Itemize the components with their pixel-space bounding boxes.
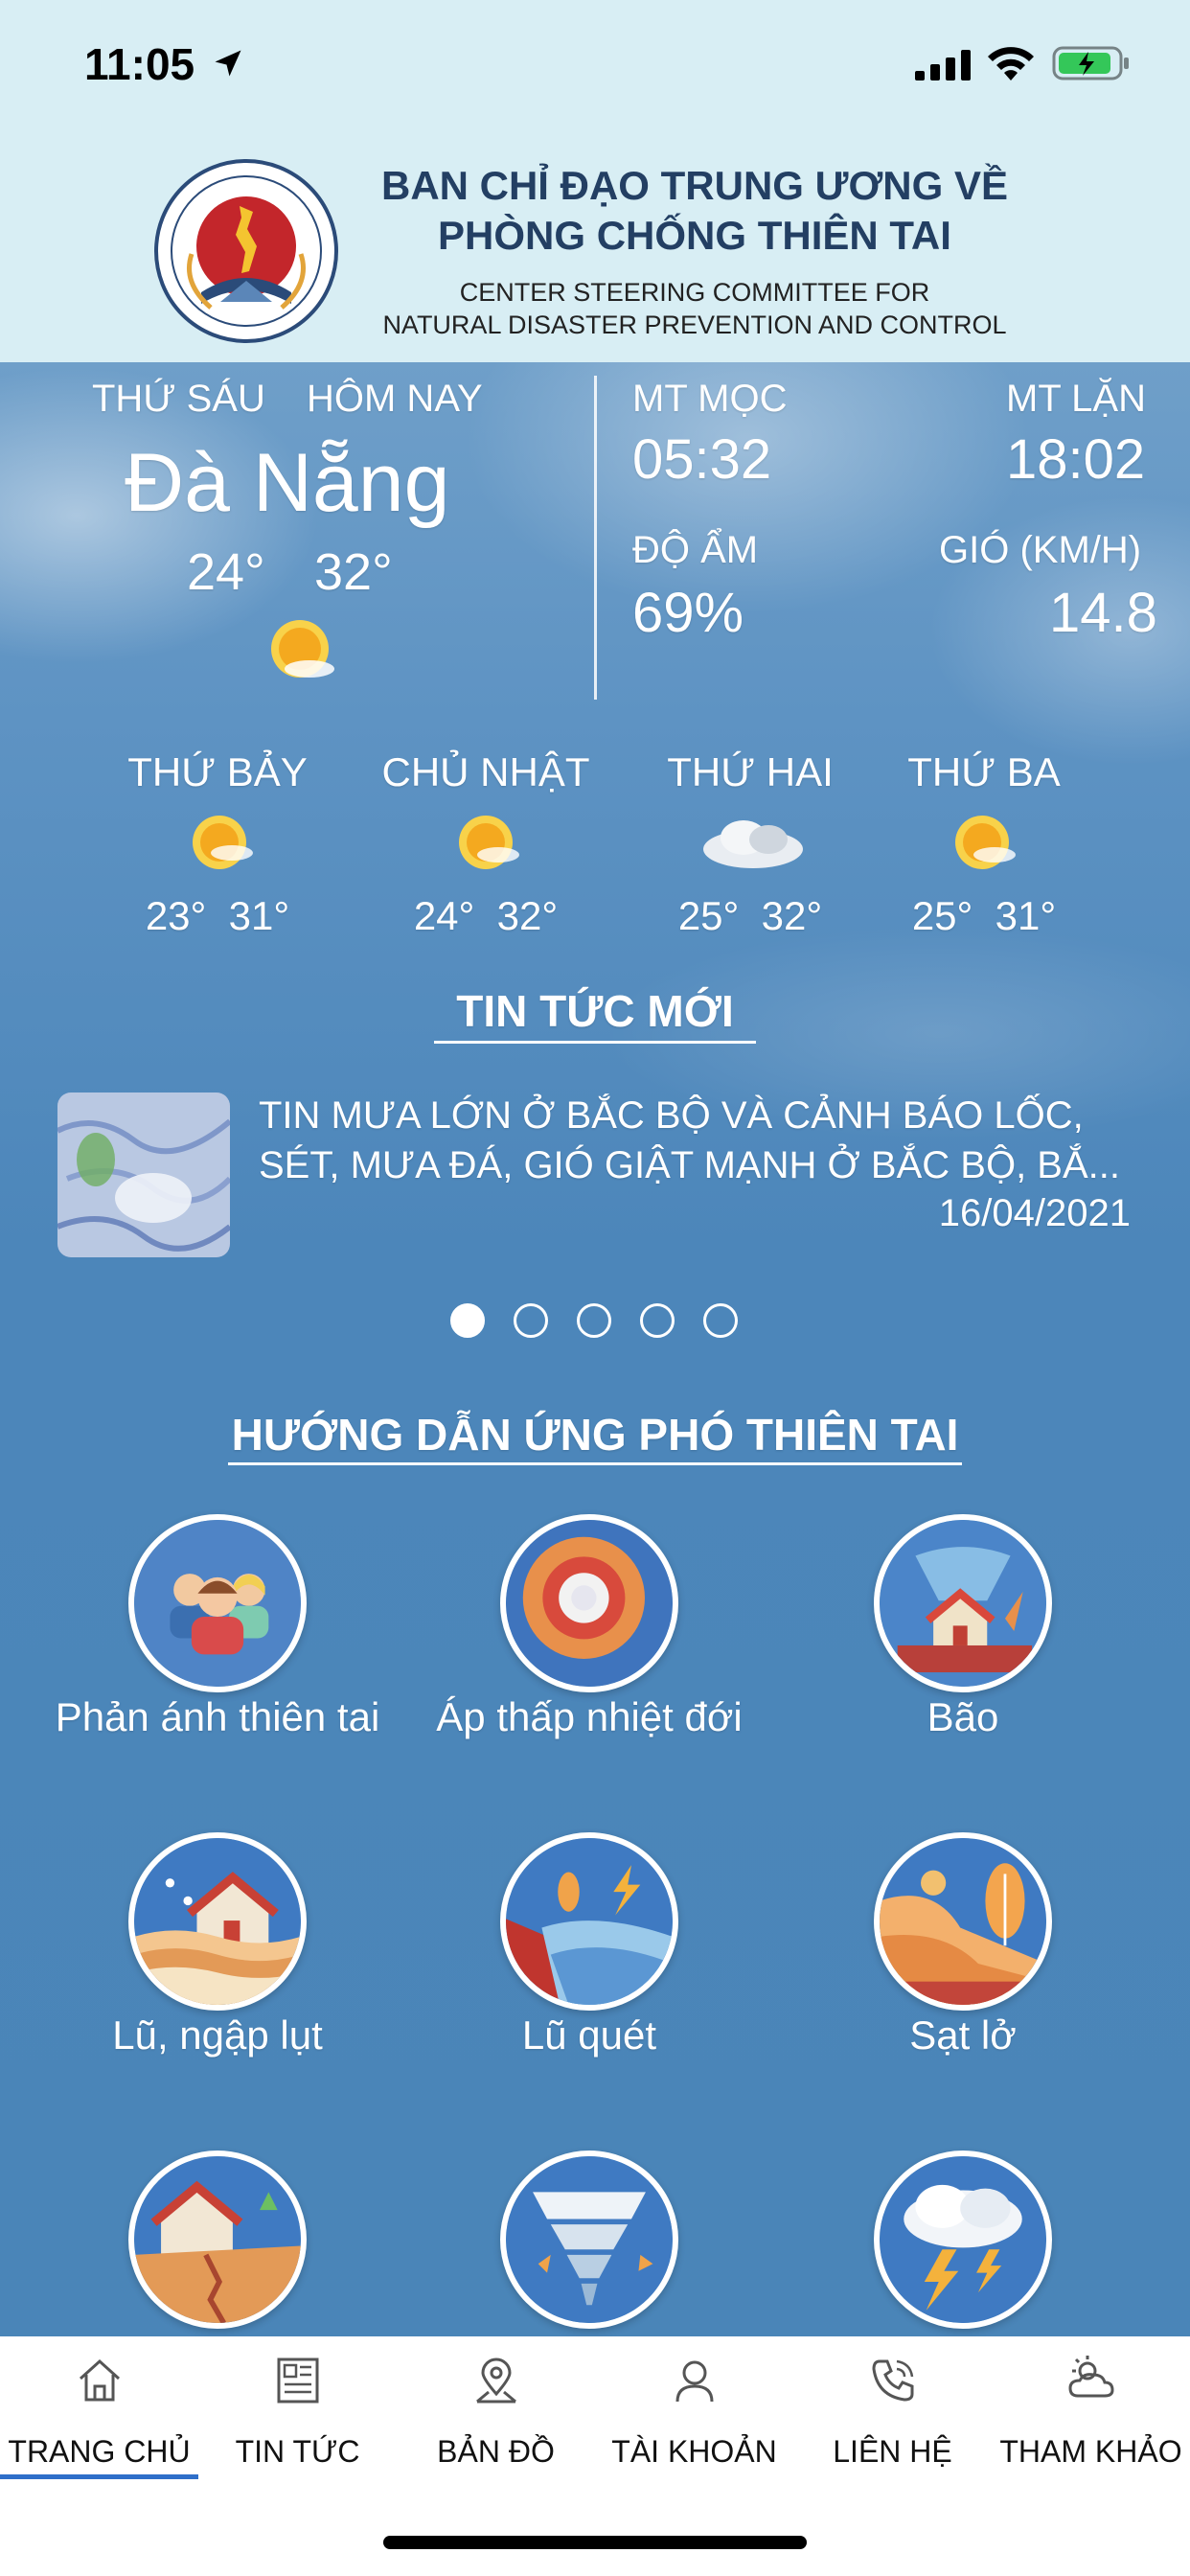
forecast-day: THỨ BẢY	[127, 749, 308, 794]
pager-dot[interactable]	[640, 1303, 675, 1338]
nav-label: BẢN ĐỒ	[437, 2434, 555, 2469]
battery-charging-icon	[1052, 46, 1129, 80]
weather-divider	[594, 376, 597, 700]
sunny-icon	[193, 816, 253, 869]
forecast-low: 23°	[145, 893, 207, 938]
news-headline-line1: TIN MƯA LỚN Ở BẮC BỘ VÀ CẢNH BÁO LỐC,	[259, 1094, 1084, 1137]
today-day: THỨ SÁU	[92, 378, 265, 420]
sunny-icon	[271, 620, 334, 678]
people-report-icon[interactable]	[128, 1514, 307, 1692]
nav-label: TÀI KHOẢN	[611, 2434, 777, 2469]
city-name: Đà Nẵng	[125, 437, 450, 529]
nav-item-reference[interactable]: THAM KHẢO	[992, 2336, 1190, 2480]
sunrise-label: MT MỌC	[632, 378, 788, 420]
forecast-low: 25°	[911, 893, 973, 938]
wind-value: 14.8	[1049, 582, 1157, 644]
pager-dot[interactable]	[703, 1303, 738, 1338]
guide-title-underline	[228, 1462, 962, 1465]
phone-icon	[872, 2359, 914, 2402]
wind-label: GIÓ (KM/H)	[939, 529, 1142, 571]
sunny-icon	[459, 816, 519, 869]
news-date: 16/04/2021	[938, 1192, 1131, 1234]
forecast-high: 31°	[228, 893, 290, 938]
forecast-day: THỨ BA	[907, 749, 1061, 794]
tornado-icon[interactable]	[500, 2150, 678, 2329]
today-temp-low: 24°	[187, 543, 265, 601]
forecast-low: 24°	[413, 893, 475, 938]
forecast-high: 31°	[995, 893, 1057, 938]
org-title-en-line2: NATURAL DISASTER PREVENTION AND CONTROL	[382, 310, 1007, 339]
forecast-temps: 25° 31°	[855, 893, 1113, 939]
forecast-temps: 24° 32°	[356, 893, 615, 939]
nav-item-news[interactable]: TIN TỨC	[198, 2336, 397, 2480]
org-title-vi-line2: PHÒNG CHỐNG THIÊN TAI	[438, 213, 951, 258]
org-title-en: CENTER STEERING COMMITTEE FOR NATURAL DI…	[364, 276, 1025, 341]
forecast-high: 32°	[761, 893, 823, 938]
nav-item-contact[interactable]: LIÊN HỆ	[793, 2336, 992, 2480]
today-label: HÔM NAY	[307, 378, 483, 420]
nav-label: THAM KHẢO	[999, 2434, 1182, 2469]
forecast-high: 32°	[496, 893, 559, 938]
map-pin-icon	[476, 2358, 516, 2404]
forecast-low: 25°	[677, 893, 740, 938]
storm-house-icon[interactable]	[874, 1514, 1052, 1692]
org-title-en-line1: CENTER STEERING COMMITTEE FOR	[459, 278, 930, 307]
nav-active-indicator	[0, 2474, 198, 2479]
guide-label[interactable]: Áp thấp nhiệt đới	[407, 1694, 771, 1740]
cellular-signal-icon	[915, 50, 971, 80]
org-title-vi-line1: BAN CHỈ ĐẠO TRUNG ƯƠNG VỀ	[380, 163, 1008, 208]
nav-label: LIÊN HỆ	[833, 2434, 952, 2469]
home-icon	[79, 2358, 121, 2402]
flash-flood-icon[interactable]	[500, 1832, 678, 2011]
earthquake-icon[interactable]	[128, 2150, 307, 2329]
user-icon	[675, 2360, 714, 2403]
sunny-icon	[955, 816, 1016, 869]
app-header: 11:05 BAN CHỈ ĐẠO TRUNG ƯƠNG VỀ PHÒNG CH…	[0, 0, 1190, 362]
nav-item-map[interactable]: BẢN ĐỒ	[397, 2336, 595, 2480]
guide-label[interactable]: Lũ quét	[407, 2012, 771, 2058]
landslide-icon[interactable]	[874, 1832, 1052, 2011]
news-section-title: TIN TỨC MỚI	[456, 986, 734, 1036]
guide-label[interactable]: Phản ánh thiên tai	[35, 1694, 400, 1740]
location-arrow-icon	[215, 50, 241, 77]
weather-cloud-icon	[1068, 2356, 1114, 2398]
humidity-label: ĐỘ ẨM	[632, 529, 759, 571]
forecast-temps: 25° 32°	[621, 893, 880, 939]
newspaper-icon	[277, 2358, 319, 2404]
nav-item-home[interactable]: TRANG CHỦ	[0, 2336, 198, 2480]
cloudy-icon	[703, 820, 803, 868]
home-indicator[interactable]	[383, 2536, 807, 2549]
status-bar: 11:05	[0, 0, 1190, 125]
thunderstorm-icon[interactable]	[874, 2150, 1052, 2329]
guide-label[interactable]: Sạt lở	[781, 2012, 1145, 2058]
flood-house-icon[interactable]	[128, 1832, 307, 2011]
news-thumbnail[interactable]	[57, 1092, 230, 1257]
pager-dot[interactable]	[514, 1303, 548, 1338]
news-headline[interactable]: TIN MƯA LỚN Ở BẮC BỘ VÀ CẢNH BÁO LỐC, SÉ…	[259, 1091, 1140, 1190]
committee-logo	[154, 159, 338, 343]
pager-dot-active[interactable]	[450, 1303, 485, 1338]
forecast-day: CHỦ NHẬT	[381, 749, 590, 794]
wifi-icon	[988, 47, 1034, 80]
guide-label[interactable]: Bão	[781, 1694, 1145, 1740]
guide-label[interactable]: Lũ, ngập lụt	[35, 2012, 400, 2058]
sunset-time: 18:02	[1006, 428, 1146, 491]
guide-section-title: HƯỚNG DẪN ỨNG PHÓ THIÊN TAI	[231, 1410, 959, 1460]
org-title-vi: BAN CHỈ ĐẠO TRUNG ƯƠNG VỀ PHÒNG CHỐNG TH…	[364, 161, 1025, 261]
today-temp-high: 32°	[314, 543, 393, 601]
status-time: 11:05	[84, 39, 195, 89]
sunset-label: MT LẶN	[1006, 378, 1146, 420]
forecast-day: THỨ HAI	[667, 749, 834, 794]
pager-dot[interactable]	[577, 1303, 611, 1338]
news-headline-line2: SÉT, MƯA ĐÁ, GIÓ GIẬT MẠNH Ở BẮC BỘ, BẮ.…	[259, 1144, 1121, 1186]
target-depression-icon[interactable]	[500, 1514, 678, 1692]
news-title-underline	[434, 1041, 756, 1044]
nav-label: TRANG CHỦ	[8, 2434, 191, 2469]
sunrise-time: 05:32	[632, 428, 772, 491]
humidity-value: 69%	[632, 582, 744, 644]
nav-label: TIN TỨC	[235, 2434, 360, 2469]
forecast-temps: 23° 31°	[88, 893, 347, 939]
nav-item-account[interactable]: TÀI KHOẢN	[595, 2336, 793, 2480]
